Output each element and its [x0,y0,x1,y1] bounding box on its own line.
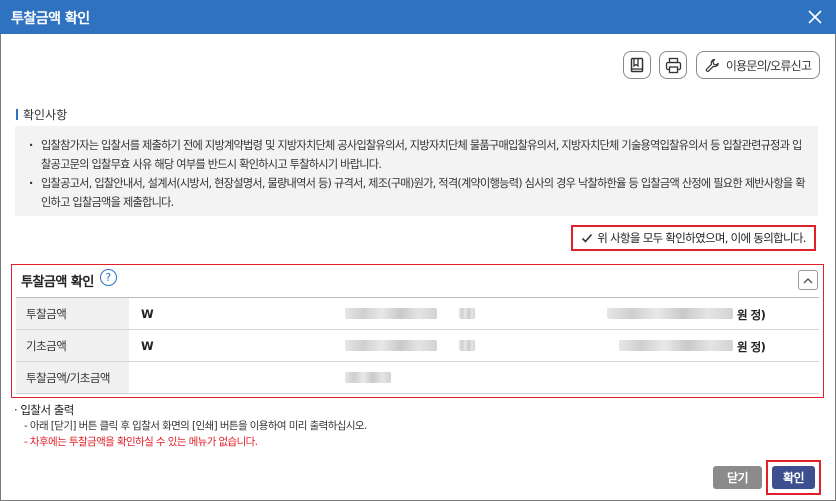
inquiry-label: 이용문의/오류신고 [725,58,812,73]
dialog-title: 투찰금액 확인 [11,11,90,27]
inquiry-button[interactable]: 이용문의/오류신고 [696,51,820,79]
confirm-button[interactable]: 확인 [772,466,815,489]
currency-symbol: W [141,339,154,353]
agree-checkbox[interactable]: 위 사항을 모두 확인하였으며, 이에 동의합니다. [571,225,816,251]
notice-item: 입찰공고서, 입찰안내서, 설계서(시방서, 현장설명서, 물량내역서 등) 규… [27,174,808,212]
redacted-amount [459,340,475,351]
help-icon[interactable]: ? [99,268,117,286]
print-guide-title: · 입찰서 출력 [14,403,74,417]
wrench-icon [705,58,719,72]
agree-label: 위 사항을 모두 확인하였으며, 이에 동의합니다. [597,231,806,245]
row-label: 투찰금액/기초금액 [16,361,129,394]
confirm-highlight: 확인 [766,460,821,495]
print-guide-title-text: 입찰서 출력 [20,403,74,417]
notice-box: 입찰참가자는 입찰서를 제출하기 전에 지방계약법령 및 지방자치단체 공사입찰… [15,126,818,216]
redacted-amount [459,308,475,319]
print-guide-line: - 아래 [닫기] 버튼 클릭 후 입찰서 화면의 [인쇄] 버튼을 이용하여 … [24,420,367,432]
notice-item: 입찰참가자는 입찰서를 제출하기 전에 지방계약법령 및 지방자치단체 공사입찰… [27,136,808,174]
ratio-value [129,362,819,394]
bid-amount-value: W 원 정) [129,298,819,330]
redacted-amount [607,308,733,319]
bid-amount-table: 투찰금액 W 원 정) 기초금액 W 원 정) 투찰금액/기초금액 [16,297,819,394]
section-marker [16,109,18,120]
base-amount-value: W 원 정) [129,330,819,362]
close-icon[interactable] [804,6,826,28]
printer-icon [665,57,681,73]
print-button[interactable] [659,51,687,79]
close-button[interactable]: 닫기 [713,466,762,489]
redacted-ratio [345,372,391,383]
book-icon [630,57,644,72]
row-label: 기초금액 [16,329,129,362]
redacted-amount [619,340,733,351]
print-guide: · 입찰서 출력 - 아래 [닫기] 버튼 클릭 후 입찰서 화면의 [인쇄] … [14,402,714,450]
amount-unit: 원 정) [737,308,766,322]
manual-button[interactable] [623,51,651,79]
table-row: 기초금액 W 원 정) [16,329,819,362]
dialog-titlebar: 투찰금액 확인 [0,0,836,34]
bid-amount-panel: 투찰금액 확인 ? 투찰금액 W 원 정) 기초금액 W 원 정) 투찰금액/기… [11,264,824,398]
redacted-amount [345,308,437,319]
table-row: 투찰금액/기초금액 [16,361,819,394]
table-row: 투찰금액 W 원 정) [16,297,819,330]
chevron-up-icon [803,277,813,283]
bid-panel-title: 투찰금액 확인 [21,274,94,290]
collapse-button[interactable] [798,270,818,290]
amount-unit: 원 정) [737,340,766,354]
check-icon [582,233,593,243]
warning-line: - 차후에는 투찰금액을 확인하실 수 있는 메뉴가 없습니다. [24,436,258,448]
currency-symbol: W [141,307,154,321]
notice-title: 확인사항 [23,108,68,122]
row-label: 투찰금액 [16,297,129,330]
redacted-amount [345,340,437,351]
bid-panel-header: 투찰금액 확인 ? [12,265,823,295]
notice-section-title: 확인사항 [16,106,67,123]
